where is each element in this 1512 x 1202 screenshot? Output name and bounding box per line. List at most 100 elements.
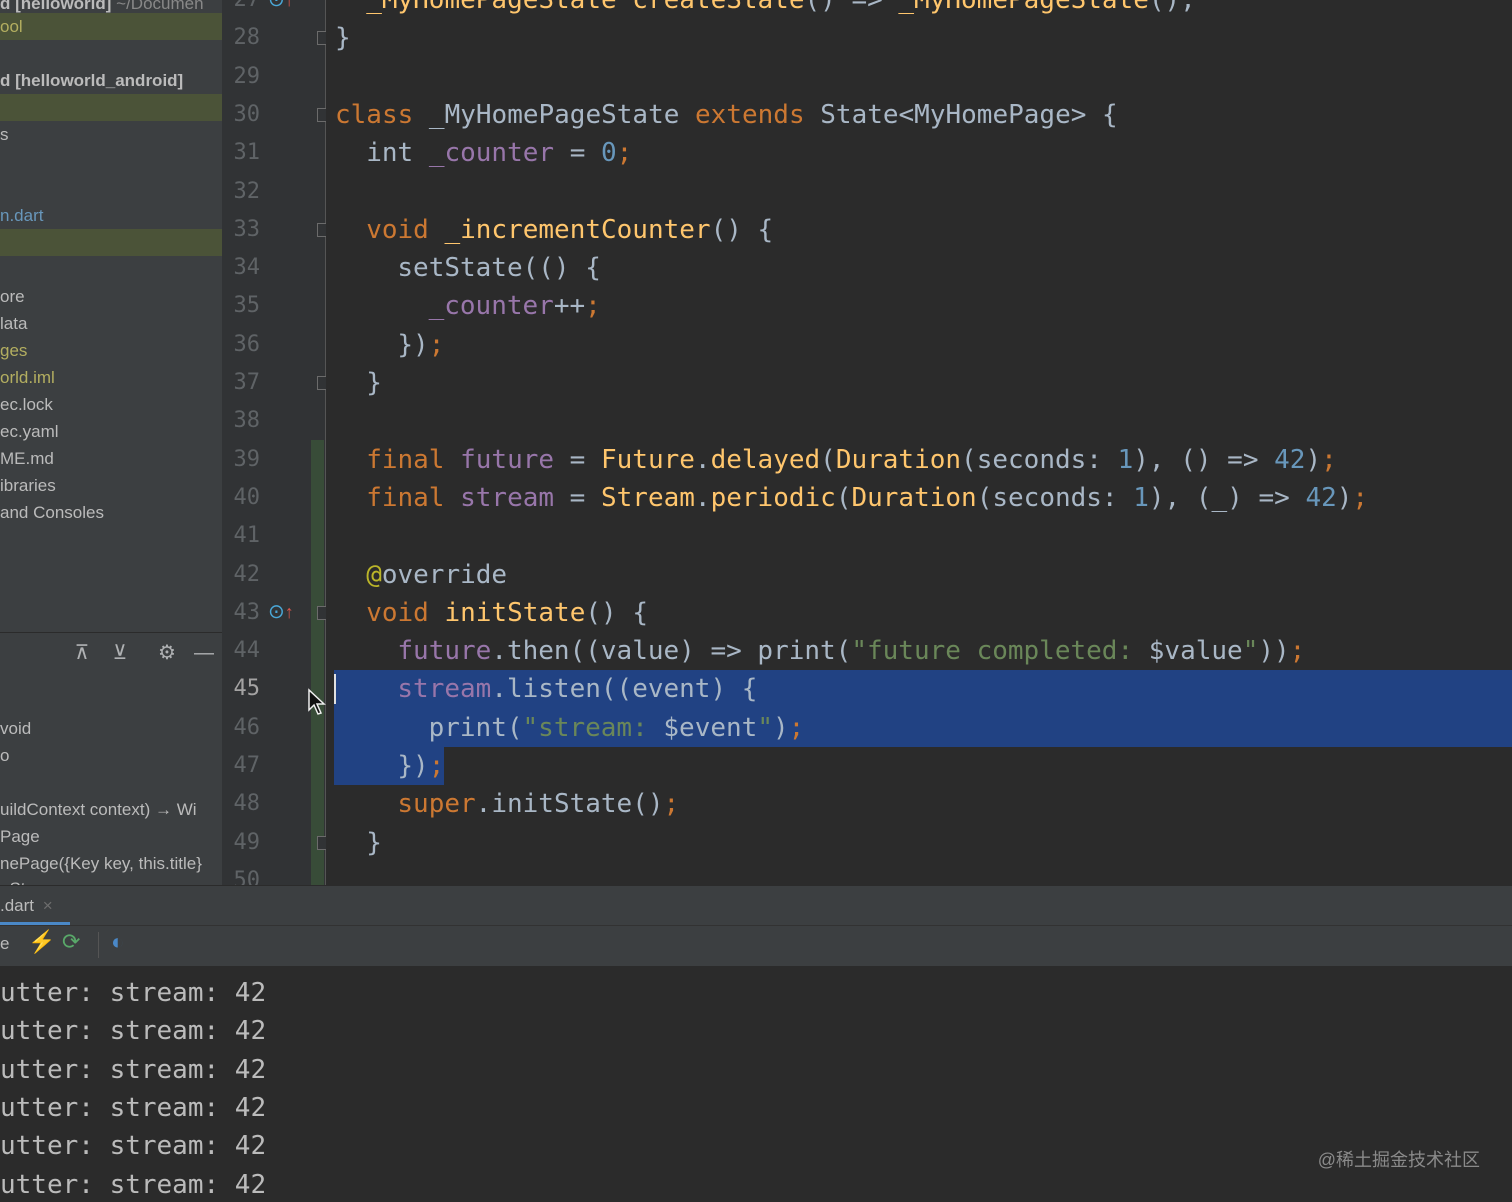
- code-token: periodic: [710, 482, 836, 513]
- code-token: $event: [663, 712, 758, 743]
- code-token: _MyHomePageState: [428, 99, 696, 130]
- project-tree-item[interactable]: [0, 229, 222, 256]
- code-token: ;: [616, 138, 633, 169]
- toolbar-separator: [98, 932, 99, 958]
- code-line: }: [366, 824, 382, 862]
- code-token: void: [366, 214, 445, 245]
- project-tree-item[interactable]: ool: [0, 13, 222, 40]
- code-token: }): [397, 751, 429, 781]
- code-line: class _MyHomePageState extends State<MyH…: [335, 96, 1118, 134]
- structure-item[interactable]: _St: [0, 875, 222, 885]
- code-token: (seconds:: [976, 482, 1134, 513]
- hot-restart-icon[interactable]: ⟳: [62, 929, 80, 955]
- line-number: 35: [233, 293, 261, 319]
- code-token: () {: [710, 214, 774, 245]
- structure-item[interactable]: nePage({Key key, this.title}: [0, 850, 222, 877]
- close-tab-icon[interactable]: ×: [43, 896, 53, 915]
- code-token: final: [366, 482, 461, 513]
- project-tree-item[interactable]: d [helloworld_android]: [0, 67, 222, 94]
- code-token: _incrementCounter: [444, 214, 711, 245]
- project-tree-item[interactable]: ore: [0, 283, 222, 310]
- run-tab-main-dart[interactable]: .dart ×: [0, 886, 70, 923]
- vcs-change-marker[interactable]: [311, 440, 324, 885]
- code-token: .then((value) => print(: [491, 636, 852, 667]
- code-token: Stream: [601, 482, 695, 513]
- code-token: }: [366, 368, 382, 398]
- code-line: void initState() {: [366, 594, 648, 632]
- override-marker-icon[interactable]: ⊙↑: [268, 0, 294, 12]
- line-number: 47: [233, 753, 261, 778]
- project-tree-item[interactable]: lata: [0, 310, 222, 337]
- structure-item[interactable]: void: [0, 715, 222, 742]
- code-line: print("stream: $event");: [429, 709, 805, 747]
- code-token: }): [397, 329, 429, 360]
- code-token: ;: [1321, 444, 1337, 475]
- code-token: stream: [397, 674, 492, 705]
- line-number: 33: [233, 216, 261, 242]
- run-toolbar-label: e: [0, 934, 10, 953]
- project-tree-item[interactable]: s: [0, 121, 222, 148]
- tree-item-label: ges: [0, 341, 28, 360]
- structure-item[interactable]: Page: [0, 823, 222, 850]
- structure-item[interactable]: o: [0, 742, 222, 769]
- text-caret: [334, 674, 336, 704]
- code-token: )): [1258, 636, 1290, 667]
- code-token: super: [397, 789, 476, 820]
- project-tree-panel: d [helloworld] ~/Documen ool d [helloworld…: [0, 0, 222, 632]
- code-token: future: [460, 444, 555, 475]
- project-tree-item[interactable]: ibraries: [0, 472, 222, 499]
- settings-gear-icon[interactable]: ⚙: [153, 639, 181, 667]
- line-number: 44: [233, 638, 261, 664]
- line-number: 48: [233, 791, 261, 817]
- code-token: stream: [460, 482, 555, 513]
- line-number: 32: [233, 178, 261, 204]
- project-tree-item[interactable]: n.dart: [0, 202, 222, 229]
- structure-item[interactable]: uildContext context) → Wi: [0, 796, 222, 823]
- code-token: "future completed:: [851, 636, 1149, 667]
- project-tree-item[interactable]: ME.md: [0, 445, 222, 472]
- hide-panel-icon[interactable]: —: [190, 639, 218, 667]
- code-token: _counter: [428, 138, 555, 169]
- code-token: extends: [695, 99, 821, 130]
- code-token: 1: [1117, 444, 1134, 475]
- code-token: _MyHomePageState: [366, 0, 633, 15]
- project-tree-item[interactable]: and Consoles: [0, 499, 222, 526]
- devtools-icon[interactable]: ◐: [111, 929, 124, 955]
- code-token: createState: [632, 0, 805, 15]
- project-tree-item[interactable]: ges: [0, 337, 222, 364]
- run-toolbar: e ⚡ ⟳ ◐: [0, 925, 1512, 967]
- tree-item-label: ec.lock: [0, 395, 53, 414]
- code-token: ): [772, 712, 789, 743]
- project-tree-item[interactable]: ec.yaml: [0, 418, 222, 445]
- tree-item-label: orld.iml: [0, 368, 55, 387]
- hot-reload-icon[interactable]: ⚡: [28, 929, 55, 955]
- code-token: class: [335, 99, 429, 130]
- project-tree-item[interactable]: ec.lock: [0, 391, 222, 418]
- code-token: Future: [601, 444, 695, 475]
- line-number: 43: [233, 599, 261, 625]
- code-token: .: [694, 482, 711, 513]
- tree-item-label: ool: [0, 17, 23, 36]
- project-tree-item[interactable]: [0, 94, 222, 121]
- console-output[interactable]: utter: stream: 42 utter: stream: 42 utter:…: [0, 966, 1512, 1202]
- run-tab-label: .dart: [0, 896, 35, 915]
- code-line: final future = Future.delayed(Duration(s…: [366, 441, 1337, 479]
- code-token: print(: [428, 712, 523, 743]
- override-marker-icon[interactable]: ⊙↑: [268, 600, 294, 624]
- code-token: =: [554, 482, 601, 513]
- code-token: Duration: [851, 482, 977, 513]
- code-token: .: [694, 444, 711, 475]
- code-token: ), (_) =>: [1148, 482, 1306, 513]
- line-number: 30: [233, 101, 261, 127]
- code-token: setState(() {: [397, 253, 601, 284]
- code-token: int: [366, 138, 429, 169]
- project-tree-item[interactable]: orld.iml: [0, 364, 222, 391]
- structure-panel: void o uildContext context) → Wi Page nePage…: [0, 673, 222, 885]
- collapse-all-icon[interactable]: ⊻: [106, 639, 134, 667]
- code-token: "stream:: [522, 712, 664, 743]
- line-number: 42: [233, 561, 261, 587]
- code-line: _MyHomePageState createState() => _MyHom…: [366, 0, 1196, 19]
- tree-item-label: ME.md: [0, 449, 54, 468]
- expand-all-icon[interactable]: ⊼: [68, 639, 96, 667]
- code-line: super.initState();: [397, 785, 679, 823]
